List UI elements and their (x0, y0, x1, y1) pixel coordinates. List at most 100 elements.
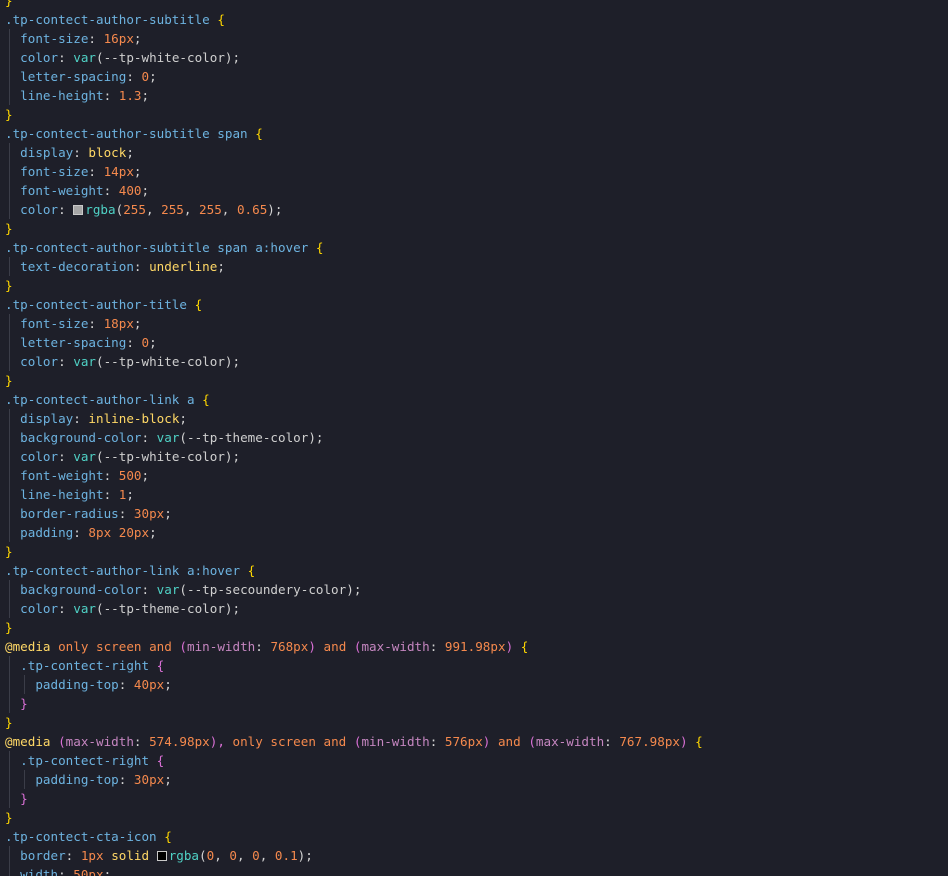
code-token: 18px (103, 316, 134, 331)
code-token: background-color (5, 430, 142, 445)
code-line[interactable]: } (0, 694, 948, 713)
code-line[interactable]: } (0, 713, 948, 732)
code-line[interactable]: .tp-contect-author-subtitle { (0, 10, 948, 29)
code-token: : (118, 506, 134, 521)
code-token: ; (141, 468, 150, 483)
code-line[interactable]: } (0, 808, 948, 827)
code-line[interactable]: font-size: 16px; (0, 29, 948, 48)
code-line[interactable]: .tp-contect-right { (0, 751, 948, 770)
code-token: min-width (361, 734, 430, 749)
code-line[interactable]: color: var(--tp-white-color); (0, 48, 948, 67)
code-token: ; (164, 677, 172, 692)
code-line[interactable]: background-color: var(--tp-theme-color); (0, 428, 948, 447)
code-line[interactable]: display: block; (0, 143, 948, 162)
indent-guide (9, 466, 10, 485)
code-token: max-width (65, 734, 134, 749)
code-token: 576px (444, 734, 483, 749)
code-token: { (217, 12, 225, 27)
code-line[interactable]: .tp-contect-right { (0, 656, 948, 675)
code-token: 500 (118, 468, 142, 483)
code-line[interactable]: } (0, 789, 948, 808)
indent-guide (9, 314, 10, 333)
code-token: ( (179, 430, 187, 445)
code-lines[interactable]: } .tp-contect-author-subtitle { font-size… (0, 0, 948, 876)
code-line[interactable]: display: inline-block; (0, 409, 948, 428)
color-swatch-icon[interactable] (156, 851, 167, 861)
code-line[interactable]: line-height: 1.3; (0, 86, 948, 105)
indent-guide (9, 770, 10, 789)
code-line[interactable]: } (0, 0, 948, 10)
code-line[interactable]: font-size: 14px; (0, 162, 948, 181)
code-line[interactable]: .tp-contect-cta-icon { (0, 827, 948, 846)
code-token: ; (217, 259, 225, 274)
code-token: : (126, 335, 142, 350)
code-line[interactable]: } (0, 105, 948, 124)
code-line[interactable]: @media (max-width: 574.98px), only scree… (0, 732, 948, 751)
code-token: 574.98px (149, 734, 210, 749)
code-token: var (73, 50, 96, 65)
code-line[interactable]: .tp-contect-author-link a { (0, 390, 948, 409)
code-line[interactable]: border-radius: 30px; (0, 504, 948, 523)
code-line[interactable]: .tp-contect-author-link a:hover { (0, 561, 948, 580)
code-token: 0 (141, 69, 150, 84)
code-token: : (429, 734, 445, 749)
code-line[interactable]: } (0, 276, 948, 295)
code-token: 255 (123, 202, 146, 217)
code-line[interactable]: border: 1px solid rgba(0, 0, 0, 0.1); (0, 846, 948, 865)
code-token: } (5, 373, 13, 388)
code-token: } (5, 278, 13, 293)
code-token: , (259, 848, 275, 863)
code-token: --tp-theme-color (187, 430, 309, 445)
code-line[interactable]: } (0, 542, 948, 561)
code-line[interactable]: } (0, 219, 948, 238)
code-line[interactable]: color: rgba(255, 255, 255, 0.65); (0, 200, 948, 219)
code-line[interactable]: width: 50px; (0, 865, 948, 876)
code-line[interactable]: letter-spacing: 0; (0, 67, 948, 86)
code-token: ( (179, 639, 188, 654)
code-token: ( (179, 582, 187, 597)
code-token: { (164, 829, 172, 844)
code-line[interactable]: font-weight: 400; (0, 181, 948, 200)
code-token: border-radius (5, 506, 119, 521)
code-line[interactable]: @media only screen and (min-width: 768px… (0, 637, 948, 656)
code-token: 0 (252, 848, 260, 863)
code-token: 0 (141, 335, 150, 350)
code-token: ( (96, 354, 104, 369)
code-line[interactable]: padding-top: 30px; (0, 770, 948, 789)
code-line[interactable]: } (0, 618, 948, 637)
code-token: only screen (232, 734, 324, 749)
code-token: { (202, 392, 210, 407)
code-token: ( (96, 449, 104, 464)
code-line[interactable]: padding-top: 40px; (0, 675, 948, 694)
code-token: 0 (229, 848, 237, 863)
indent-guide (9, 48, 10, 67)
code-token: text-decoration (5, 259, 134, 274)
code-line[interactable]: color: var(--tp-theme-color); (0, 599, 948, 618)
code-line[interactable]: text-decoration: underline; (0, 257, 948, 276)
code-line[interactable]: line-height: 1; (0, 485, 948, 504)
code-line[interactable]: background-color: var(--tp-secoundery-co… (0, 580, 948, 599)
code-editor[interactable]: } .tp-contect-author-subtitle { font-size… (0, 0, 948, 876)
color-swatch-icon[interactable] (73, 205, 84, 215)
code-line[interactable]: font-size: 18px; (0, 314, 948, 333)
code-line[interactable]: .tp-contect-author-subtitle span a:hover… (0, 238, 948, 257)
code-line[interactable]: padding: 8px 20px; (0, 523, 948, 542)
code-line[interactable]: letter-spacing: 0; (0, 333, 948, 352)
code-token: { (315, 240, 324, 255)
code-token: @media (5, 734, 59, 749)
code-token: : (58, 202, 74, 217)
indent-guide (9, 846, 10, 865)
code-line[interactable]: .tp-contect-author-title { (0, 295, 948, 314)
indent-guide (9, 599, 10, 618)
code-line[interactable]: .tp-contect-author-subtitle span { (0, 124, 948, 143)
indent-guide (24, 675, 25, 694)
code-token: .tp-contect-cta-icon (5, 829, 165, 844)
code-line[interactable]: color: var(--tp-white-color); (0, 447, 948, 466)
code-line[interactable]: color: var(--tp-white-color); (0, 352, 948, 371)
vertical-scrollbar[interactable] (940, 0, 948, 876)
indent-guide (9, 181, 10, 200)
code-line[interactable]: font-weight: 500; (0, 466, 948, 485)
code-line[interactable]: } (0, 371, 948, 390)
code-token: } (5, 620, 13, 635)
code-token: 1px (80, 848, 112, 863)
